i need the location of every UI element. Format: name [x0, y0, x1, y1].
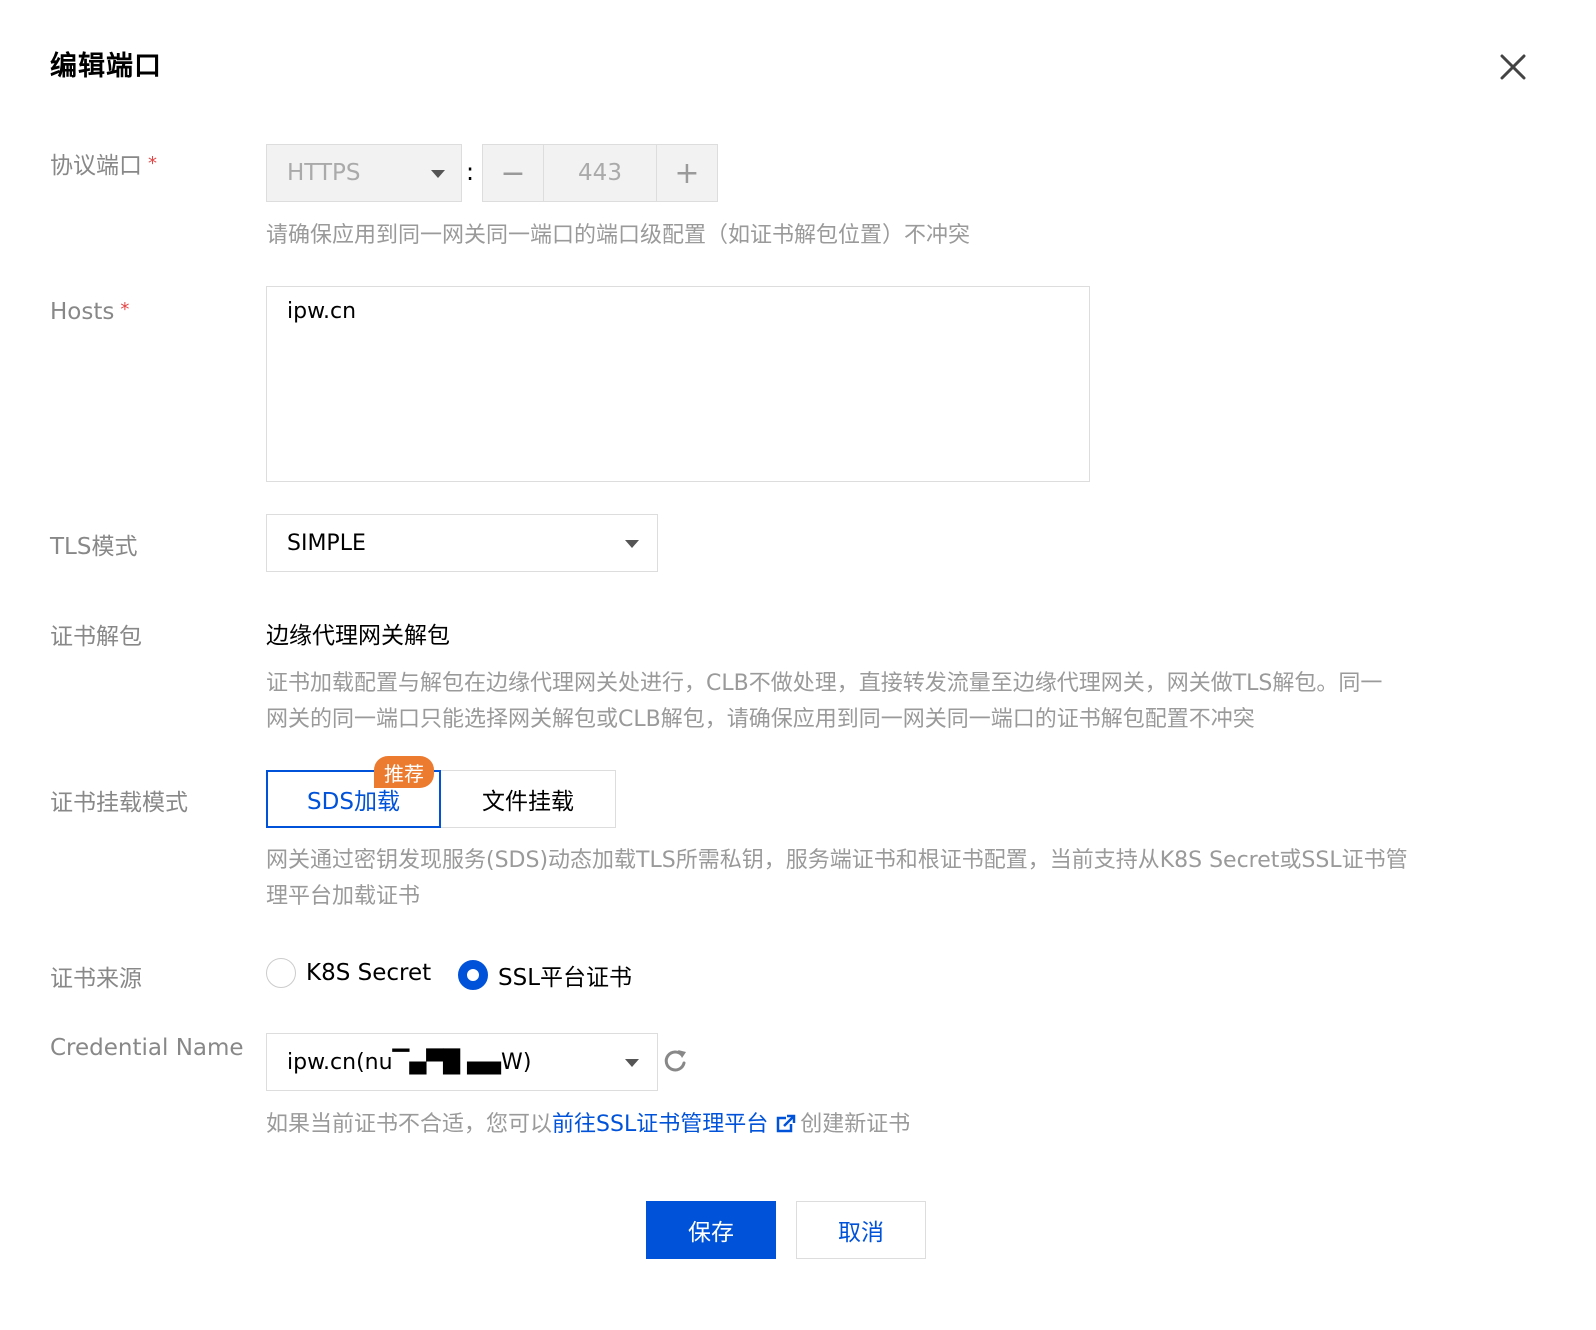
refresh-button[interactable] [660, 1046, 690, 1076]
mount-mode-label: 证书挂载模式 [50, 790, 188, 816]
radio-k8s-secret-label: K8S Secret [306, 960, 432, 986]
cert-unpack-value: 边缘代理网关解包 [266, 623, 450, 649]
port-input[interactable]: 443 [543, 145, 657, 201]
close-button[interactable] [1494, 48, 1534, 88]
chevron-down-icon [625, 1059, 639, 1067]
mount-mode-segmented: SDS加载 文件挂载 [266, 770, 616, 828]
radio-ssl-platform-label: SSL平台证书 [498, 965, 633, 991]
required-mark: * [120, 299, 130, 320]
credential-hint: 如果当前证书不合适，您可以前往SSL证书管理平台 创建新证书 [266, 1112, 911, 1137]
save-button[interactable]: 保存 [646, 1201, 776, 1259]
increment-button[interactable]: + [657, 145, 717, 201]
radio-unchecked-icon [266, 958, 296, 988]
minus-icon: − [500, 155, 526, 191]
protocol-value: HTTPS [287, 160, 361, 186]
chevron-down-icon [431, 170, 445, 178]
credential-value: ipw.cn(nu▔▄▀█ ▄▄W) [287, 1049, 532, 1075]
plus-icon: + [674, 155, 700, 191]
cert-unpack-label: 证书解包 [50, 624, 142, 650]
protocol-port-label: 协议端口 * [50, 153, 157, 179]
radio-k8s-secret[interactable]: K8S Secret [266, 958, 431, 988]
credential-select[interactable]: ipw.cn(nu▔▄▀█ ▄▄W) [266, 1033, 658, 1091]
cancel-button[interactable]: 取消 [796, 1201, 926, 1259]
tls-mode-label: TLS模式 [50, 534, 138, 560]
cert-source-label: 证书来源 [50, 966, 142, 992]
chevron-down-icon [625, 540, 639, 548]
external-link-icon [776, 1114, 796, 1133]
recommended-badge: 推荐 [374, 756, 434, 788]
hosts-textarea[interactable]: ipw.cn [266, 286, 1090, 482]
refresh-icon [664, 1050, 686, 1072]
mount-mode-file-option[interactable]: 文件挂载 [441, 770, 616, 828]
mount-mode-hint-line1: 网关通过密钥发现服务(SDS)动态加载TLS所需私钥，服务端证书和根证书配置，当… [266, 848, 1408, 873]
port-stepper[interactable]: − 443 + [482, 144, 718, 202]
mount-mode-hint-line2: 理平台加载证书 [266, 884, 421, 909]
dialog-title: 编辑端口 [50, 51, 162, 82]
protocol-port-hint: 请确保应用到同一网关同一端口的端口级配置（如证书解包位置）不冲突 [266, 223, 971, 248]
decrement-button[interactable]: − [483, 145, 543, 201]
ssl-platform-link[interactable]: 前往SSL证书管理平台 [552, 1112, 768, 1137]
hosts-label: Hosts * [50, 299, 130, 325]
required-mark: * [148, 153, 157, 174]
port-separator: : [466, 158, 475, 186]
tls-mode-value: SIMPLE [287, 530, 366, 556]
tls-mode-select[interactable]: SIMPLE [266, 514, 658, 572]
cert-unpack-hint-line2: 网关的同一端口只能选择网关解包或CLB解包，请确保应用到同一网关同一端口的证书解… [266, 707, 1255, 732]
credential-name-label: Credential Name [50, 1035, 244, 1061]
cert-unpack-hint-line1: 证书加载配置与解包在边缘代理网关处进行，CLB不做处理，直接转发流量至边缘代理网… [266, 671, 1383, 696]
protocol-select[interactable]: HTTPS [266, 144, 462, 202]
radio-ssl-platform[interactable]: SSL平台证书 [458, 958, 632, 992]
close-icon [1500, 54, 1526, 80]
radio-checked-icon [458, 960, 488, 990]
